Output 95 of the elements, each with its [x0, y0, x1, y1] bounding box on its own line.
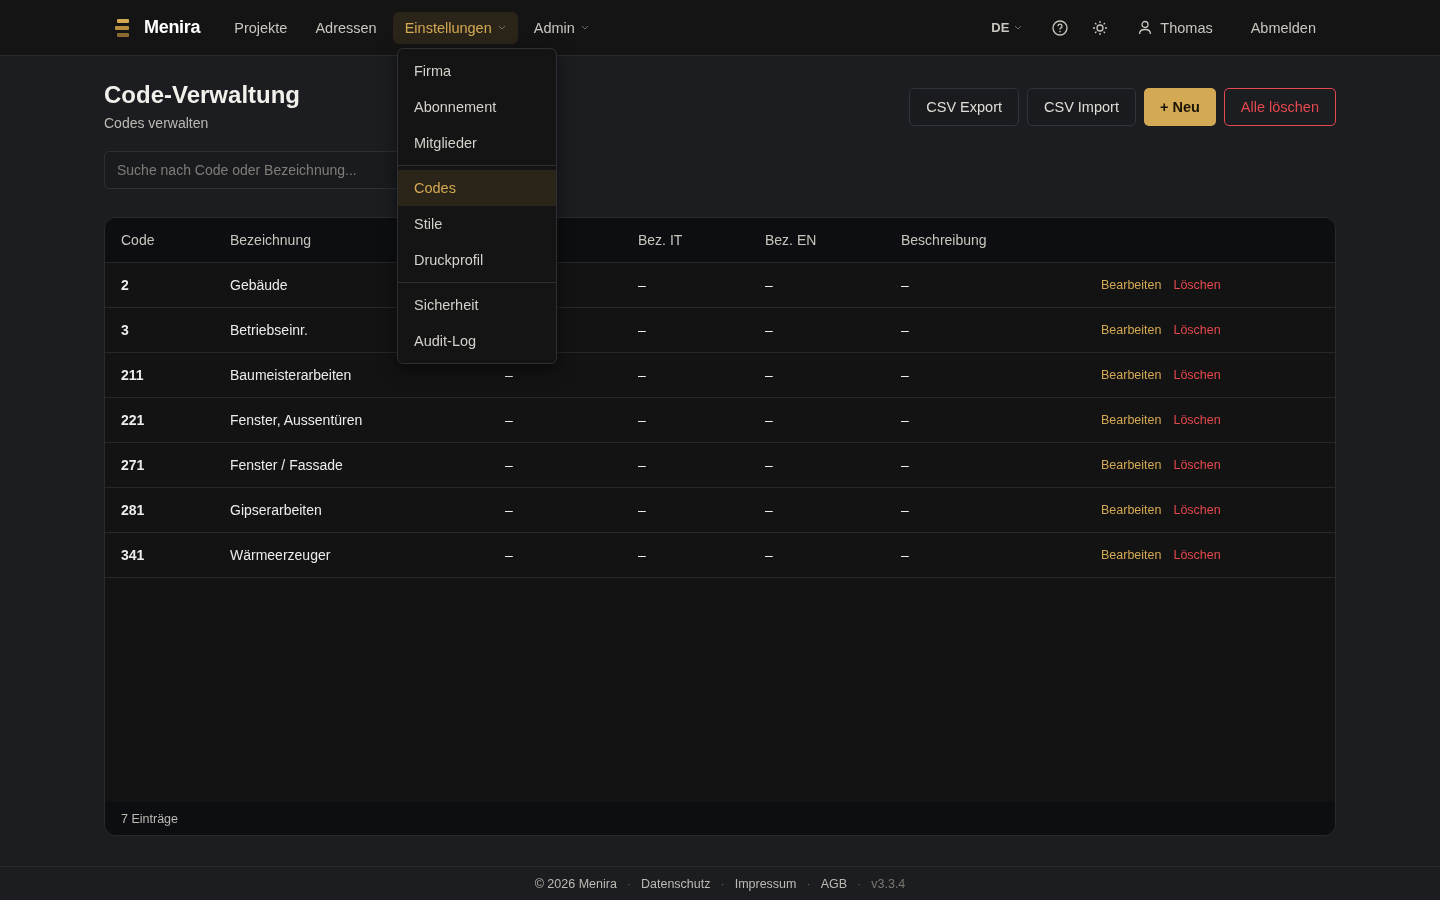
- action-button[interactable]: CSV Import: [1027, 88, 1136, 126]
- table-cell: –: [765, 502, 773, 518]
- table-cell: –: [765, 412, 773, 428]
- table-cell: 271: [121, 457, 145, 473]
- table-cell: 281: [121, 502, 145, 518]
- table-cell: –: [638, 502, 646, 518]
- table-cell: 2: [121, 277, 129, 293]
- separator-dot: ·: [626, 876, 631, 891]
- table-cell: 211: [121, 367, 144, 383]
- menu-item[interactable]: Abonnement: [398, 89, 556, 125]
- column-header: Bez. IT: [638, 232, 683, 248]
- table-cell: –: [638, 457, 646, 473]
- menu-item[interactable]: Audit-Log: [398, 323, 556, 359]
- column-header: Bez. EN: [765, 232, 817, 248]
- brand-name: Menira: [144, 17, 201, 38]
- table-cell: 341: [121, 547, 145, 563]
- delete-link[interactable]: Löschen: [1173, 323, 1221, 337]
- footer-link[interactable]: Impressum: [734, 876, 797, 891]
- page-title: Code-Verwaltung: [104, 81, 301, 109]
- user-menu-button[interactable]: Thomas: [1132, 18, 1219, 37]
- table-cell: –: [505, 547, 513, 563]
- footer-link[interactable]: Datenschutz: [641, 876, 711, 891]
- footer-text: © 2026 Menira: [534, 876, 617, 891]
- table-cell: –: [638, 412, 646, 428]
- separator-dot: ·: [857, 876, 862, 891]
- edit-link[interactable]: Bearbeiten: [1101, 503, 1162, 517]
- table-cell: –: [765, 457, 773, 473]
- table-cell: Baumeisterarbeiten: [230, 367, 352, 383]
- help-icon[interactable]: [1052, 19, 1069, 36]
- action-button[interactable]: + Neu: [1143, 88, 1216, 126]
- edit-link[interactable]: Bearbeiten: [1101, 278, 1162, 292]
- language-selector[interactable]: DE: [985, 19, 1029, 36]
- table-cell: –: [901, 457, 909, 473]
- table-cell: Fenster / Fassade: [230, 457, 343, 473]
- column-header: Beschreibung: [901, 232, 987, 248]
- footer-text: v3.3.4: [871, 876, 906, 891]
- table-cell: –: [901, 322, 909, 338]
- delete-link[interactable]: Löschen: [1173, 503, 1221, 517]
- menu-item[interactable]: Druckprofil: [398, 242, 556, 278]
- nav-item[interactable]: Admin: [521, 11, 601, 44]
- edit-link[interactable]: Bearbeiten: [1101, 323, 1162, 337]
- user-icon: [1138, 20, 1153, 35]
- table-cell: Gebäude: [230, 277, 288, 293]
- separator-dot: ·: [720, 876, 725, 891]
- table-cell: –: [901, 412, 909, 428]
- table-cell: –: [505, 412, 513, 428]
- table-cell: –: [765, 367, 773, 383]
- table-cell: –: [765, 322, 773, 338]
- delete-link[interactable]: Löschen: [1173, 413, 1221, 427]
- menu-item[interactable]: Sicherheit: [398, 287, 556, 323]
- table-cell: –: [638, 547, 646, 563]
- edit-link[interactable]: Bearbeiten: [1101, 548, 1162, 562]
- nav-item[interactable]: Adressen: [303, 11, 389, 44]
- menu-item[interactable]: Stile: [398, 206, 556, 242]
- separator-dot: ·: [806, 876, 811, 891]
- menu-item[interactable]: Codes: [398, 170, 556, 206]
- table-cell: –: [765, 277, 773, 293]
- logout-button[interactable]: Abmelden: [1248, 19, 1336, 36]
- table-cell: –: [901, 547, 909, 563]
- table-cell: –: [901, 502, 909, 518]
- table-cell: 3: [121, 322, 129, 338]
- nav-item[interactable]: Einstellungen: [392, 11, 518, 44]
- delete-link[interactable]: Löschen: [1173, 548, 1221, 562]
- action-button[interactable]: Alle löschen: [1223, 88, 1336, 126]
- table-cell: 221: [121, 412, 145, 428]
- table-cell: –: [505, 457, 513, 473]
- table-cell: –: [505, 367, 513, 383]
- delete-link[interactable]: Löschen: [1173, 368, 1221, 382]
- footer-link[interactable]: AGB: [820, 876, 848, 891]
- edit-link[interactable]: Bearbeiten: [1101, 458, 1162, 472]
- column-header: Bezeichnung: [230, 232, 311, 248]
- entry-count: 7 Einträge: [121, 811, 178, 826]
- table-cell: –: [638, 367, 646, 383]
- chevron-icon: [1014, 25, 1023, 30]
- table-cell: –: [638, 277, 646, 293]
- logo-icon: [114, 17, 132, 38]
- menu-item[interactable]: Firma: [398, 53, 556, 89]
- table-cell: –: [901, 277, 909, 293]
- table-cell: –: [765, 547, 773, 563]
- table-cell: Wärmeerzeuger: [230, 547, 331, 563]
- table-cell: Betriebseinr.: [230, 322, 308, 338]
- nav-item[interactable]: Projekte: [222, 11, 300, 44]
- action-button[interactable]: CSV Export: [909, 88, 1019, 126]
- page-subtitle: Codes verwalten: [104, 115, 210, 131]
- table-cell: –: [901, 367, 909, 383]
- table-cell: Fenster, Aussentüren: [230, 412, 363, 428]
- table-cell: Gipserarbeiten: [230, 502, 322, 518]
- delete-link[interactable]: Löschen: [1173, 458, 1221, 472]
- table-cell: –: [505, 502, 513, 518]
- edit-link[interactable]: Bearbeiten: [1101, 413, 1162, 427]
- sun-icon[interactable]: [1092, 19, 1109, 36]
- delete-link[interactable]: Löschen: [1173, 278, 1221, 292]
- column-header: Code: [121, 232, 155, 248]
- edit-link[interactable]: Bearbeiten: [1101, 368, 1162, 382]
- table-cell: –: [638, 322, 646, 338]
